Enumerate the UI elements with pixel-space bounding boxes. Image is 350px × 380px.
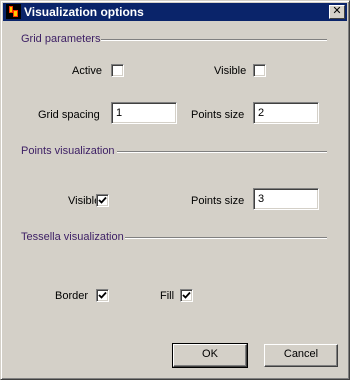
title-bar[interactable]: Visualization options ✕ [3, 3, 347, 21]
app-logo-icon [6, 4, 21, 19]
tessella-fill-label: Fill [160, 290, 175, 302]
cancel-button[interactable]: Cancel [264, 344, 338, 367]
grid-visible-checkbox[interactable] [253, 64, 266, 77]
checkmark-icon [98, 291, 107, 299]
points-visible-checkbox[interactable] [96, 194, 109, 207]
close-icon: ✕ [332, 5, 342, 17]
grid-spacing-label: Grid spacing [38, 109, 100, 121]
visualization-options-dialog: Visualization options ✕ Grid parameters … [0, 0, 350, 380]
tessella-fill-checkbox[interactable] [180, 289, 193, 302]
grid-active-checkbox[interactable] [111, 64, 124, 77]
section-grid-parameters: Grid parameters [21, 33, 101, 45]
grid-active-label: Active [72, 65, 102, 77]
points-points-size-label: Points size [191, 195, 245, 207]
close-button[interactable]: ✕ [329, 5, 345, 19]
tessella-border-checkbox[interactable] [96, 289, 109, 302]
grid-visible-label: Visible [214, 65, 247, 77]
checkmark-icon [98, 196, 107, 204]
tessella-border-label: Border [55, 290, 89, 302]
divider-points [117, 151, 327, 153]
points-points-size-input[interactable] [253, 188, 319, 210]
grid-spacing-input[interactable] [111, 102, 177, 124]
grid-points-size-label: Points size [191, 109, 245, 121]
ok-button[interactable]: OK [172, 343, 248, 368]
section-points-visualization: Points visualization [21, 145, 115, 157]
grid-points-size-input[interactable] [253, 102, 319, 124]
section-tessella-visualization: Tessella visualization [21, 231, 124, 243]
divider-grid [101, 39, 327, 41]
checkmark-icon [182, 291, 191, 299]
window-title: Visualization options [24, 5, 144, 19]
divider-tessella [125, 237, 327, 239]
